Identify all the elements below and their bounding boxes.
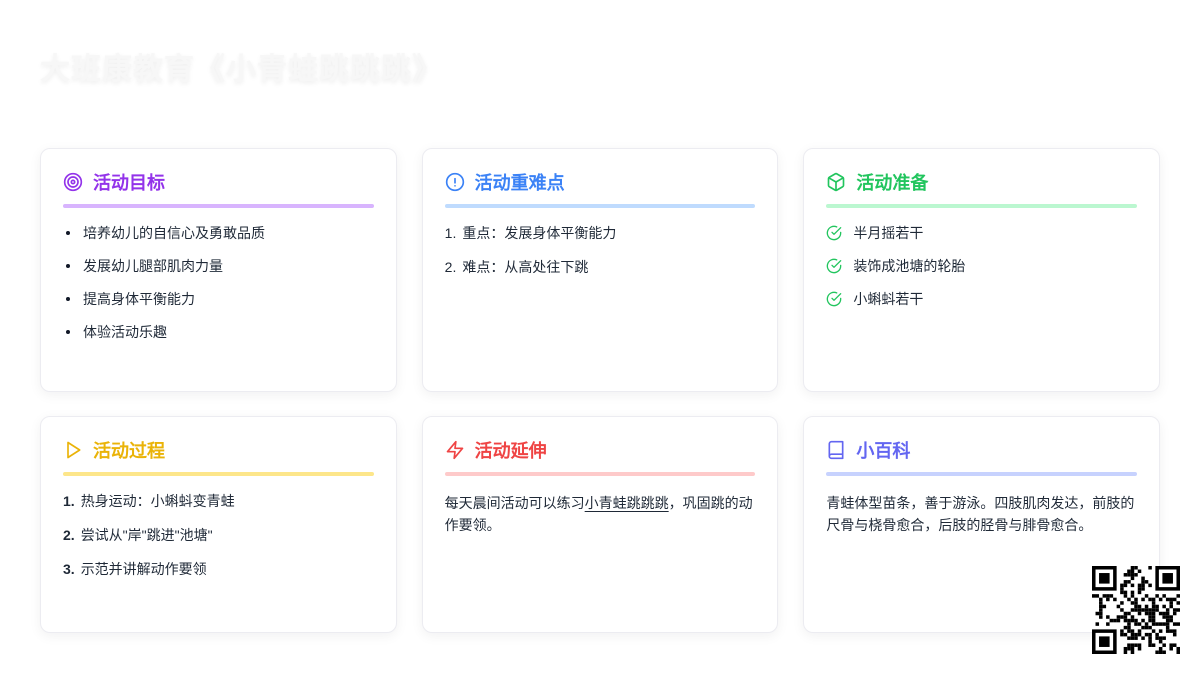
list-item-text: 难点：从高处往下跳 xyxy=(462,259,589,275)
book-icon xyxy=(826,440,846,460)
bullet-dot xyxy=(66,231,70,235)
qr-code xyxy=(1092,566,1180,654)
accent-underline xyxy=(63,204,374,208)
list-item-text: 培养幼儿的自信心及勇敢品质 xyxy=(83,225,265,241)
list-item-text: 体验活动乐趣 xyxy=(83,324,167,340)
bullet-dot xyxy=(66,330,70,334)
list-item: 装饰成池塘的轮胎 xyxy=(826,256,1137,276)
list-item-text: 装饰成池塘的轮胎 xyxy=(853,258,966,274)
inline-link[interactable]: 小青蛙跳跳跳 xyxy=(585,495,669,511)
card-goals: 活动目标 培养幼儿的自信心及勇敢品质 发展幼儿腿部肌肉力量 提高身体平衡能力 体… xyxy=(40,148,397,392)
card-title: 小百科 xyxy=(856,441,911,461)
list-item-text: 提高身体平衡能力 xyxy=(83,291,195,307)
list-item: 2. 难点：从高处往下跳 xyxy=(445,257,756,277)
list-item: 3. 示范并讲解动作要领 xyxy=(63,559,374,579)
list-item-text: 半月摇若干 xyxy=(853,225,924,241)
list-item: 2. 尝试从"岸"跳进"池塘" xyxy=(63,525,374,545)
card-key-points: 活动重难点 1. 重点：发展身体平衡能力 2. 难点：从高处往下跳 xyxy=(421,148,779,392)
accent-underline xyxy=(444,204,756,208)
list-item-text: 热身运动：小蝌蚪变青蛙 xyxy=(80,493,235,509)
item-number: 2. xyxy=(444,259,457,275)
card-title: 活动目标 xyxy=(93,173,165,193)
encyclopedia-paragraph: 青蛙体型苗条，善于游泳。四肢肌肉发达，前肢的尺骨与桡骨愈合，后肢的胫骨与腓骨愈合… xyxy=(826,495,1135,533)
accent-underline xyxy=(444,472,756,476)
bullet-dot xyxy=(66,264,70,268)
accent-underline xyxy=(826,204,1137,208)
list-item: 发展幼儿腿部肌肉力量 xyxy=(63,256,374,276)
package-box-icon xyxy=(826,172,846,192)
list-item-text: 示范并讲解动作要领 xyxy=(80,561,207,577)
card-extension: 活动延伸 每天晨间活动可以练习小青蛙跳跳跳，巩固跳的动作要领。 xyxy=(421,416,779,633)
zap-icon xyxy=(445,440,465,460)
alert-circle-icon xyxy=(445,172,465,192)
target-icon xyxy=(63,172,83,192)
card-preparation: 活动准备 半月摇若干 装饰成池塘的轮胎 小蝌蚪若干 xyxy=(803,148,1160,392)
item-number: 2. xyxy=(63,527,75,543)
check-circle-icon xyxy=(826,225,842,241)
card-title: 活动延伸 xyxy=(474,441,547,461)
list-item: 提高身体平衡能力 xyxy=(63,289,374,309)
check-circle-icon xyxy=(826,258,842,274)
accent-underline xyxy=(63,472,374,476)
item-number: 1. xyxy=(63,493,75,509)
list-item: 1. 重点：发展身体平衡能力 xyxy=(445,223,756,243)
paragraph-text: 每天晨间活动可以练习 xyxy=(444,495,585,511)
bullet-dot xyxy=(66,297,70,301)
extension-paragraph: 每天晨间活动可以练习小青蛙跳跳跳，巩固跳的动作要领。 xyxy=(445,492,756,536)
list-item-text: 发展幼儿腿部肌肉力量 xyxy=(83,258,223,274)
item-number: 3. xyxy=(63,561,75,577)
card-title: 活动重难点 xyxy=(474,173,565,193)
play-icon xyxy=(63,440,83,460)
list-item-text: 小蝌蚪若干 xyxy=(853,291,924,307)
list-item: 体验活动乐趣 xyxy=(63,322,374,342)
accent-underline xyxy=(826,472,1137,476)
list-item: 半月摇若干 xyxy=(826,223,1137,243)
card-title: 活动准备 xyxy=(856,173,929,193)
page-title: 大班康教育《小青蛙跳跳跳》 xyxy=(40,53,443,86)
card-title: 活动过程 xyxy=(93,441,165,461)
check-circle-icon xyxy=(826,291,842,307)
list-item-text: 尝试从"岸"跳进"池塘" xyxy=(80,527,213,543)
card-process: 活动过程 1. 热身运动：小蝌蚪变青蛙 2. 尝试从"岸"跳进"池塘" 3. 示范并讲… xyxy=(40,416,397,633)
card-grid: 活动目标 培养幼儿的自信心及勇敢品质 发展幼儿腿部肌肉力量 提高身体平衡能力 体… xyxy=(40,148,1160,633)
list-item: 小蝌蚪若干 xyxy=(826,289,1137,309)
list-item: 1. 热身运动：小蝌蚪变青蛙 xyxy=(63,491,374,511)
list-item-text: 重点：发展身体平衡能力 xyxy=(462,225,617,241)
list-item: 培养幼儿的自信心及勇敢品质 xyxy=(63,223,374,243)
item-number: 1. xyxy=(444,225,457,241)
